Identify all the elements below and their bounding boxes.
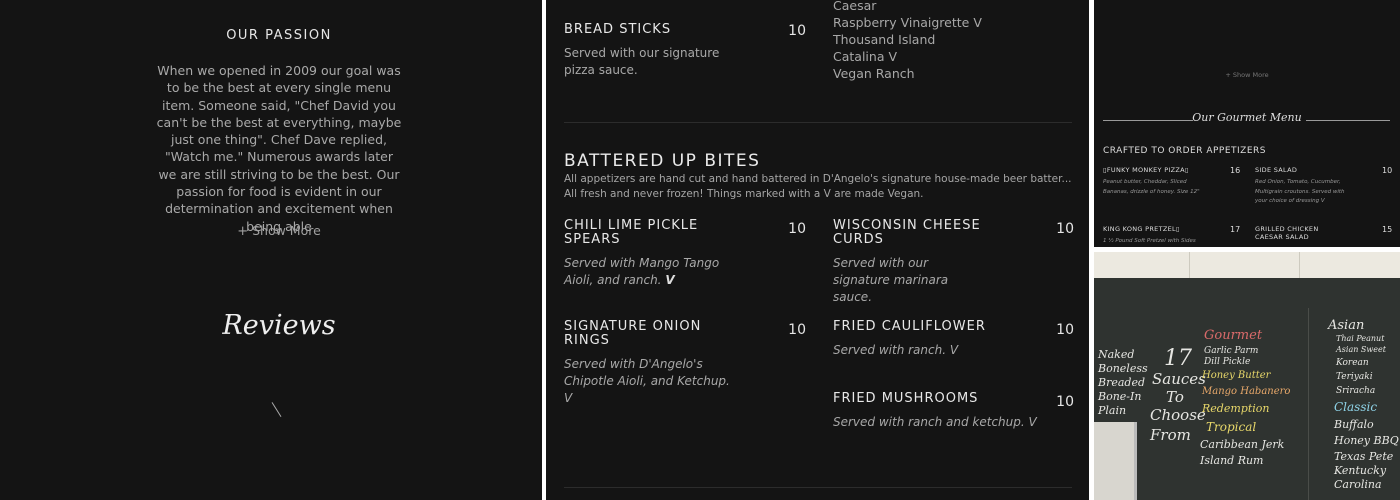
item-desc: Served with ranch. V [833, 343, 959, 357]
ceiling [1094, 252, 1400, 278]
menu-item: FRIED MUSHROOMS Served with ranch and ke… [833, 392, 1074, 431]
dressing-item: Raspberry Vinaigrette V [833, 15, 982, 30]
item-price: 10 [1382, 166, 1393, 175]
menu-item: CHILI LIME PICKLE SPEARS Served with Man… [564, 219, 806, 289]
door-frame [1094, 422, 1137, 500]
divider [564, 487, 1072, 488]
menu-item-bread-sticks: BREAD STICKS Served with our signature p… [564, 23, 806, 79]
show-more-button[interactable]: + Show More [0, 223, 542, 239]
divider [564, 122, 1072, 123]
show-more-label: Show More [252, 223, 321, 238]
gourmet-menu-title: Our Gourmet Menu [1192, 111, 1302, 124]
item-desc: Served with our signature pizza sauce. [564, 46, 720, 77]
item-name: BREAD STICKS [564, 22, 672, 37]
item-desc: Served with D'Angelo's Chipotle Aioli, a… [564, 357, 730, 405]
item-price: 10 [788, 221, 806, 237]
item-name: FRIED MUSHROOMS [833, 391, 979, 406]
item-name: GRILLED CHICKEN CAESAR SALAD [1255, 225, 1319, 241]
item-name: ▯FUNKY MONKEY PIZZA▯ [1103, 166, 1189, 174]
plus-icon: + [237, 224, 249, 239]
item-name: SIGNATURE ONION RINGS [564, 319, 702, 348]
item-desc: Red Onion, Tomato, Cucumber, Multigrain … [1255, 179, 1345, 204]
item-price: 17 [1230, 225, 1241, 234]
vegan-badge: V [665, 273, 675, 287]
item-price: 10 [788, 322, 806, 338]
chalkboard-photo: Naked Boneless Breaded Bone-In Plain 17 … [1094, 252, 1400, 500]
item-name: CHILI LIME PICKLE SPEARS [564, 218, 699, 247]
item-desc: Served with Mango Tango Aioli, and ranch… [564, 256, 720, 287]
item-desc: Served with ranch and ketchup. V [833, 415, 1037, 429]
item-desc: Peanut butter, Cheddar, Sliced Bananas, … [1103, 179, 1200, 195]
show-more-button[interactable]: + Show More [1094, 71, 1400, 79]
passion-text: When we opened in 2009 our goal was to b… [156, 63, 402, 234]
chalkboard: Naked Boneless Breaded Bone-In Plain 17 … [1094, 278, 1400, 500]
dressing-item: Vegan Ranch [833, 66, 915, 81]
item-desc: Served with our signature marinara sauce… [833, 256, 949, 304]
item-price: 10 [788, 23, 806, 39]
dressing-item: Thousand Island [833, 32, 936, 47]
dressing-item: Catalina V [833, 49, 898, 64]
item-name: FRIED CAULIFLOWER [833, 319, 986, 334]
section-title: BATTERED UP BITES [564, 151, 761, 171]
section-title: CRAFTED TO ORDER APPETIZERS [1103, 146, 1267, 156]
menu-item: WISCONSIN CHEESE CURDS Served with our s… [833, 219, 1074, 306]
item-price: 10 [1056, 221, 1074, 237]
section-desc: All appetizers are hand cut and hand bat… [564, 173, 1072, 200]
item-price: 15 [1382, 225, 1393, 234]
item-desc: 1 ½ Pound Soft Pretzel with Sides [1103, 238, 1196, 244]
menu-item: FRIED CAULIFLOWER Served with ranch. V 1… [833, 320, 1074, 359]
item-price: 10 [1056, 394, 1074, 410]
passion-title: OUR PASSION [226, 28, 332, 43]
item-name: SIDE SALAD [1255, 166, 1298, 174]
about-panel: OUR PASSION When we opened in 2009 our g… [0, 0, 542, 500]
item-price: 16 [1230, 166, 1241, 175]
dressing-item: Caesar [833, 0, 877, 13]
loading-spinner-icon [271, 401, 282, 418]
item-name: KING KONG PRETZEL▯ [1103, 225, 1180, 233]
reviews-title: Reviews [222, 310, 336, 341]
menu-panel: Caesar Raspberry Vinaigrette V Thousand … [546, 0, 1089, 500]
menu-item: SIGNATURE ONION RINGS Served with D'Ange… [564, 320, 806, 407]
item-price: 10 [1056, 322, 1074, 338]
item-name: WISCONSIN CHEESE CURDS [833, 218, 981, 247]
menu-preview-panel: + Show More Our Gourmet Menu CRAFTED TO … [1094, 0, 1400, 247]
